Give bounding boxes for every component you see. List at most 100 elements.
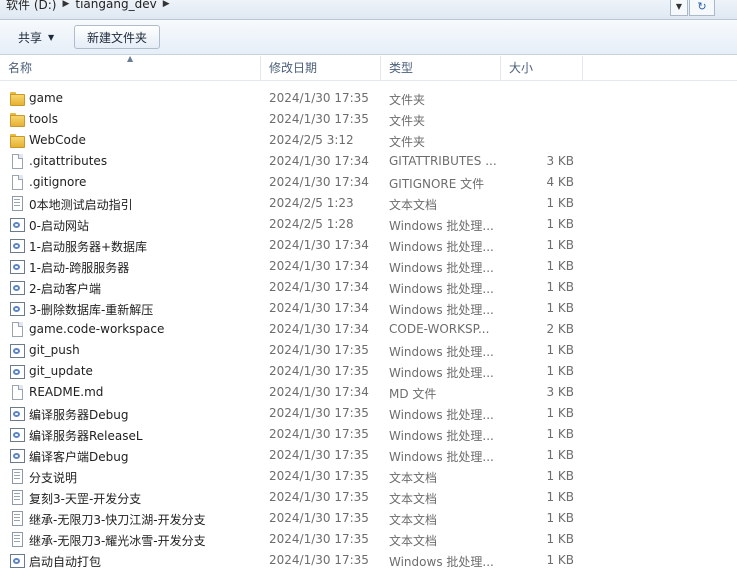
file-name: game xyxy=(29,91,64,105)
file-row[interactable]: 启动自动打包 2024/1/30 17:35 Windows 批处理... 1 KB xyxy=(0,550,737,571)
column-header-date[interactable]: 修改日期 xyxy=(261,56,381,80)
file-modified-date: 2024/1/30 17:34 xyxy=(269,322,369,336)
file-size: 1 KB xyxy=(546,217,574,231)
file-icon xyxy=(9,385,25,400)
file-row[interactable]: git_push 2024/1/30 17:35 Windows 批处理... 1 K… xyxy=(0,340,737,361)
file-name: 1-启动服务器+数据库 xyxy=(29,240,148,254)
column-header-size[interactable]: 大小 xyxy=(501,56,583,80)
file-name: 复刻3-天罡-开发分支 xyxy=(29,492,142,506)
text-file-icon xyxy=(9,511,25,526)
folder-icon xyxy=(9,91,25,106)
file-row[interactable]: 编译服务器ReleaseL 2024/1/30 17:35 Windows 批处理.… xyxy=(0,424,737,445)
file-row[interactable]: WebCode 2024/2/5 3:12 文件夹 xyxy=(0,130,737,151)
breadcrumb-folder[interactable]: tiangang_dev xyxy=(75,0,156,11)
file-size: 1 KB xyxy=(546,427,574,441)
file-row[interactable]: 继承-无限刀3-快刀江湖-开发分支 2024/1/30 17:35 文本文档 1 KB xyxy=(0,508,737,529)
file-row[interactable]: game 2024/1/30 17:35 文件夹 xyxy=(0,88,737,109)
file-modified-date: 2024/1/30 17:34 xyxy=(269,385,369,399)
share-label: 共享 xyxy=(18,30,43,45)
file-size: 3 KB xyxy=(546,385,574,399)
file-modified-date: 2024/1/30 17:35 xyxy=(269,343,369,357)
file-row[interactable]: 继承-无限刀3-耀光冰雪-开发分支 2024/1/30 17:35 文本文档 1 KB xyxy=(0,529,737,550)
file-icon xyxy=(9,322,25,337)
file-row[interactable]: 2-启动客户端 2024/1/30 17:34 Windows 批处理... 1 KB xyxy=(0,277,737,298)
text-file-icon xyxy=(9,532,25,547)
refresh-button[interactable]: ↻ xyxy=(689,0,715,16)
file-name: 编译服务器Debug xyxy=(29,408,129,422)
file-name: 2-启动客户端 xyxy=(29,282,101,296)
file-row[interactable]: 1-启动-跨服服务器 2024/1/30 17:34 Windows 批处理... 1… xyxy=(0,256,737,277)
file-modified-date: 2024/1/30 17:35 xyxy=(269,553,369,567)
batch-file-icon xyxy=(9,406,25,421)
address-dropdown-button[interactable]: ▼ xyxy=(670,0,688,16)
file-size: 1 KB xyxy=(546,406,574,420)
file-row[interactable]: 复刻3-天罡-开发分支 2024/1/30 17:35 文本文档 1 KB xyxy=(0,487,737,508)
new-folder-button[interactable]: 新建文件夹 xyxy=(74,25,161,49)
file-size: 1 KB xyxy=(546,469,574,483)
file-row[interactable]: 编译客户端Debug 2024/1/30 17:35 Windows 批处理... 1… xyxy=(0,445,737,466)
file-type: Windows 批处理... xyxy=(389,345,494,359)
file-name: 继承-无限刀3-快刀江湖-开发分支 xyxy=(29,513,206,527)
file-type: GITIGNORE 文件 xyxy=(389,177,485,191)
file-type: Windows 批处理... xyxy=(389,450,494,464)
file-size: 1 KB xyxy=(546,238,574,252)
batch-file-icon xyxy=(9,280,25,295)
file-type: 文本文档 xyxy=(389,471,438,485)
file-row[interactable]: git_update 2024/1/30 17:35 Windows 批处理... 1… xyxy=(0,361,737,382)
breadcrumb-separator-icon[interactable]: ▶ xyxy=(62,0,69,9)
breadcrumb-separator-icon[interactable]: ▶ xyxy=(163,0,170,9)
command-toolbar: 共享 ▼ 新建文件夹 xyxy=(0,20,737,55)
file-type: Windows 批处理... xyxy=(389,408,494,422)
file-type: Windows 批处理... xyxy=(389,555,494,569)
file-modified-date: 2024/2/5 1:23 xyxy=(269,196,354,210)
file-icon xyxy=(9,154,25,169)
breadcrumb[interactable]: 软件 (D:) ▶ tiangang_dev ▶ xyxy=(0,0,170,14)
file-name: game.code-workspace xyxy=(29,322,165,336)
file-modified-date: 2024/1/30 17:35 xyxy=(269,112,369,126)
file-modified-date: 2024/1/30 17:35 xyxy=(269,406,369,420)
file-row[interactable]: README.md 2024/1/30 17:34 MD 文件 3 KB xyxy=(0,382,737,403)
batch-file-icon xyxy=(9,259,25,274)
batch-file-icon xyxy=(9,364,25,379)
file-row[interactable]: 3-删除数据库-重新解压 2024/1/30 17:34 Windows 批处理..… xyxy=(0,298,737,319)
refresh-icon: ↻ xyxy=(697,0,707,13)
file-type: GITATTRIBUTES ... xyxy=(389,154,497,168)
file-modified-date: 2024/2/5 3:12 xyxy=(269,133,354,147)
file-type: 文件夹 xyxy=(389,114,426,128)
file-name: 1-启动-跨服服务器 xyxy=(29,261,130,275)
file-row[interactable]: .gitignore 2024/1/30 17:34 GITIGNORE 文件 4 K… xyxy=(0,172,737,193)
address-bar[interactable]: 软件 (D:) ▶ tiangang_dev ▶ ▼ ↻ xyxy=(0,0,737,20)
file-name: tools xyxy=(29,112,58,126)
file-name: git_push xyxy=(29,343,80,357)
share-button[interactable]: 共享 ▼ xyxy=(12,26,60,48)
file-name: .gitignore xyxy=(29,175,87,189)
file-type: Windows 批处理... xyxy=(389,219,494,233)
file-row[interactable]: .gitattributes 2024/1/30 17:34 GITATTRIBUT… xyxy=(0,151,737,172)
file-row[interactable]: tools 2024/1/30 17:35 文件夹 xyxy=(0,109,737,130)
file-name: 启动自动打包 xyxy=(29,555,102,569)
file-size: 1 KB xyxy=(546,490,574,504)
file-modified-date: 2024/1/30 17:34 xyxy=(269,238,369,252)
breadcrumb-drive[interactable]: 软件 (D:) xyxy=(6,0,56,13)
batch-file-icon xyxy=(9,448,25,463)
file-row[interactable]: 0-启动网站 2024/2/5 1:28 Windows 批处理... 1 KB xyxy=(0,214,737,235)
file-name: 继承-无限刀3-耀光冰雪-开发分支 xyxy=(29,534,206,548)
file-row[interactable]: game.code-workspace 2024/1/30 17:34 CODE-W… xyxy=(0,319,737,340)
file-row[interactable]: 0本地测试启动指引 2024/2/5 1:23 文本文档 1 KB xyxy=(0,193,737,214)
file-type: Windows 批处理... xyxy=(389,303,494,317)
file-size: 3 KB xyxy=(546,154,574,168)
batch-file-icon xyxy=(9,217,25,232)
file-modified-date: 2024/1/30 17:35 xyxy=(269,427,369,441)
file-size: 1 KB xyxy=(546,259,574,273)
file-size: 1 KB xyxy=(546,343,574,357)
column-header-type[interactable]: 类型 xyxy=(381,56,501,80)
file-row[interactable]: 编译服务器Debug 2024/1/30 17:35 Windows 批处理... 1… xyxy=(0,403,737,424)
file-row[interactable]: 分支说明 2024/1/30 17:35 文本文档 1 KB xyxy=(0,466,737,487)
file-name: 编译客户端Debug xyxy=(29,450,129,464)
file-modified-date: 2024/1/30 17:34 xyxy=(269,175,369,189)
file-type: MD 文件 xyxy=(389,387,437,401)
file-size: 1 KB xyxy=(546,511,574,525)
file-size: 1 KB xyxy=(546,280,574,294)
file-size: 1 KB xyxy=(546,196,574,210)
file-row[interactable]: 1-启动服务器+数据库 2024/1/30 17:34 Windows 批处理...… xyxy=(0,235,737,256)
